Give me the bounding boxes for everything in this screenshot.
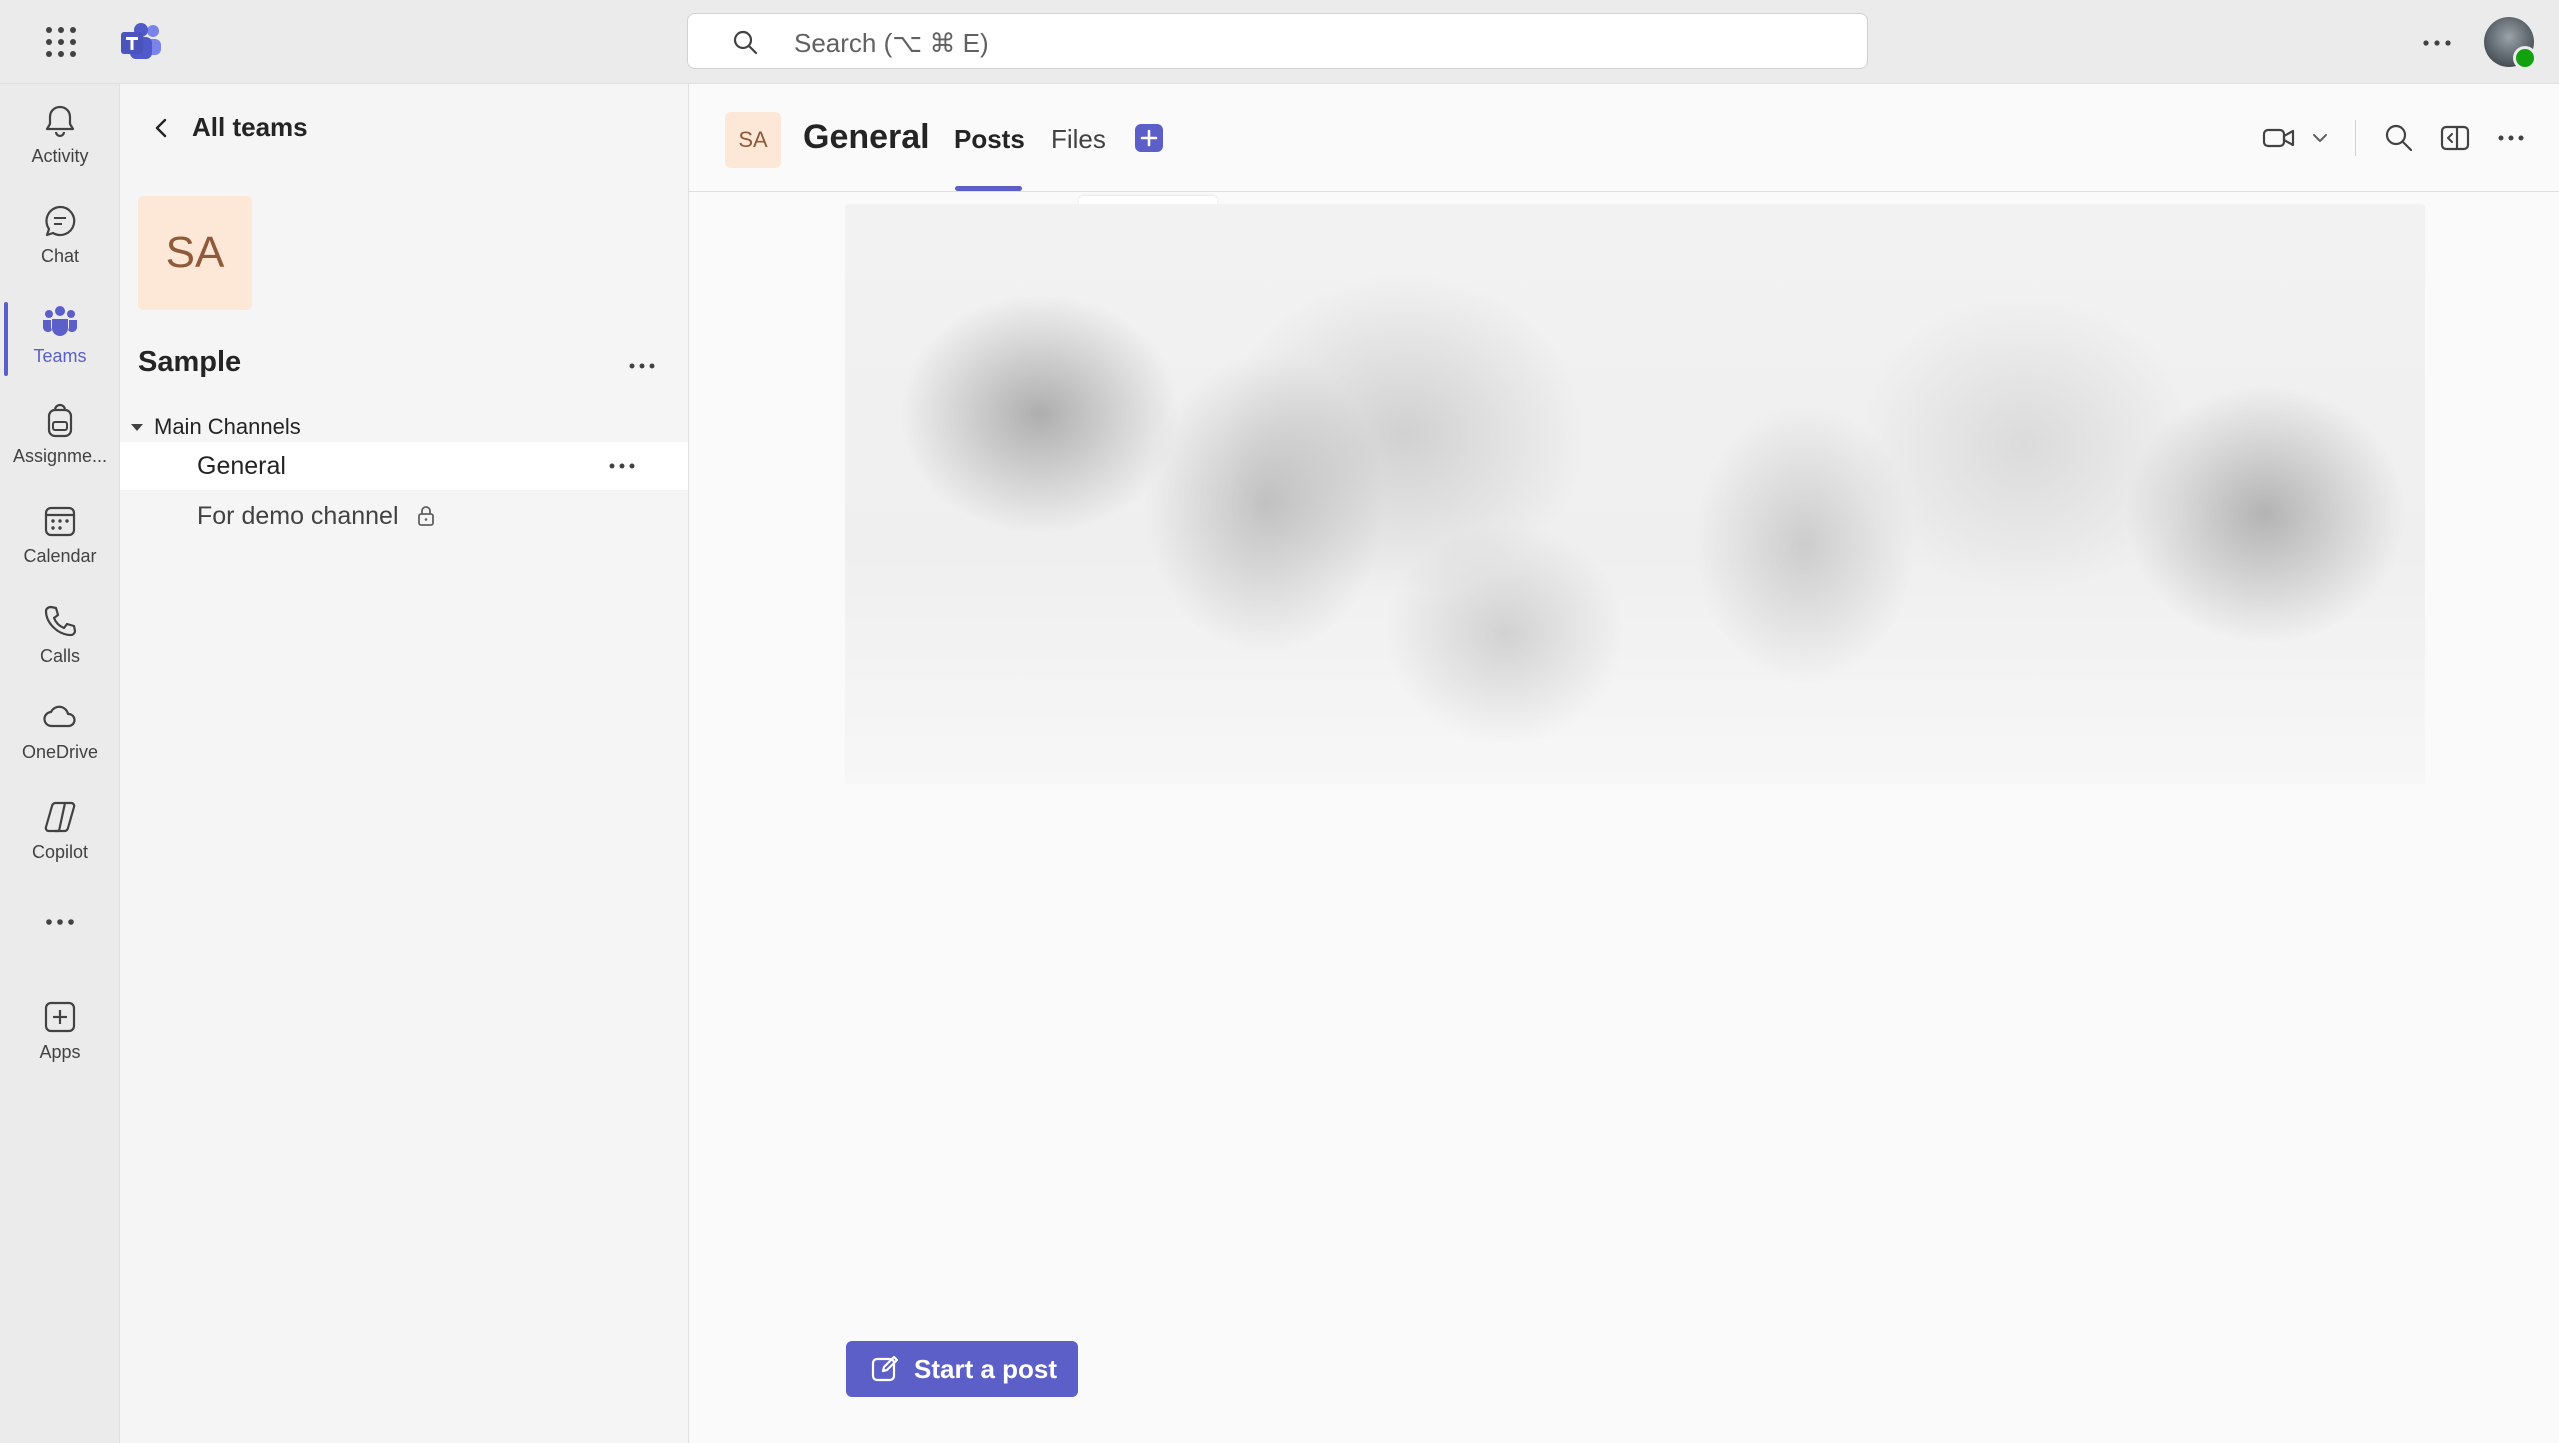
rail-item-copilot[interactable]: Copilot <box>0 788 120 880</box>
tab-files[interactable]: Files <box>1051 124 1106 155</box>
team-name: Sample <box>138 346 242 378</box>
add-app-icon <box>44 1001 76 1033</box>
video-camera-icon[interactable] <box>2261 122 2297 154</box>
active-tab-indicator <box>955 186 1022 191</box>
more-options-icon[interactable] <box>2420 26 2454 60</box>
rail-item-label: Apps <box>39 1042 81 1062</box>
channel-more-options-icon[interactable] <box>606 450 638 482</box>
tab-posts[interactable]: Posts <box>954 124 1025 155</box>
channel-name: For demo channel <box>197 501 399 530</box>
rail-item-activity[interactable]: Activity <box>0 92 120 184</box>
bell-icon <box>45 105 75 138</box>
rail-item-onedrive[interactable]: OneDrive <box>0 688 120 780</box>
rail-item-label: Calendar <box>23 546 97 566</box>
search-icon[interactable] <box>2383 122 2415 154</box>
rail-item-label: OneDrive <box>21 742 99 762</box>
rail-item-label: Teams <box>33 346 87 366</box>
team-more-options-icon[interactable] <box>626 350 658 382</box>
chevron-down-icon[interactable] <box>2309 122 2331 154</box>
rail-item-apps[interactable]: Apps <box>0 988 120 1080</box>
user-avatar[interactable] <box>2484 17 2537 70</box>
chat-icon <box>45 205 76 237</box>
rail-item-calendar[interactable]: Calendar <box>0 492 120 584</box>
add-tab-icon[interactable] <box>1135 124 1163 152</box>
rail-item-label: Chat <box>40 246 80 266</box>
channel-banner-image <box>845 204 2425 784</box>
more-options-icon[interactable] <box>2495 122 2527 154</box>
header-divider <box>2355 120 2356 156</box>
teams-logo-icon <box>121 23 161 59</box>
rail-item-label: Calls <box>39 646 80 666</box>
channel-team-avatar: SA <box>725 112 781 168</box>
chevron-left-icon <box>155 118 167 137</box>
presence-available-badge <box>2513 46 2537 70</box>
rail-item-teams[interactable]: Teams <box>0 292 120 384</box>
rail-item-label: Assignme... <box>12 446 108 466</box>
channel-item-for-demo[interactable]: For demo channel <box>120 492 688 540</box>
app-launcher-icon[interactable] <box>44 25 78 59</box>
compose-icon <box>871 1355 899 1382</box>
channel-view: SA General Posts Files Start a post <box>689 84 2559 1443</box>
rail-item-label: Activity <box>31 146 89 166</box>
start-post-button[interactable]: Start a post <box>846 1341 1078 1397</box>
all-teams-back-button[interactable]: All teams <box>150 112 308 143</box>
lock-icon <box>417 506 434 526</box>
rail-item-assignments[interactable]: Assignme... <box>0 392 120 484</box>
start-post-label: Start a post <box>914 1353 1058 1384</box>
all-teams-label: All teams <box>192 112 308 142</box>
more-apps-icon[interactable] <box>43 912 77 932</box>
channel-header: SA General Posts Files <box>689 84 2559 192</box>
rail-item-chat[interactable]: Chat <box>0 192 120 284</box>
top-bar: Search (⌥ ⌘ E) <box>0 0 2559 84</box>
section-label: Main Channels <box>154 414 301 439</box>
search-placeholder: Search (⌥ ⌘ E) <box>794 28 989 58</box>
channel-name: General <box>197 451 286 480</box>
team-avatar: SA <box>138 196 252 310</box>
app-rail: Activity Chat Teams Assignme... Calendar… <box>0 84 120 1443</box>
channel-item-general[interactable]: General <box>120 442 688 490</box>
backpack-icon <box>47 403 73 438</box>
open-pane-icon[interactable] <box>2439 122 2471 154</box>
main-channels-section-toggle[interactable]: Main Channels <box>130 414 301 440</box>
channel-title: General <box>803 118 930 156</box>
calendar-icon <box>44 506 76 537</box>
search-box[interactable]: Search (⌥ ⌘ E) <box>687 13 1868 69</box>
search-icon <box>733 30 758 55</box>
rail-item-label: Copilot <box>31 842 89 862</box>
phone-icon <box>44 605 77 637</box>
copilot-icon <box>44 801 76 833</box>
cloud-icon <box>43 705 76 728</box>
rail-item-calls[interactable]: Calls <box>0 592 120 684</box>
team-panel: All teams SA Sample Main Channels Genera… <box>120 84 689 1443</box>
caret-down-icon <box>131 424 143 431</box>
teams-icon <box>43 306 77 336</box>
